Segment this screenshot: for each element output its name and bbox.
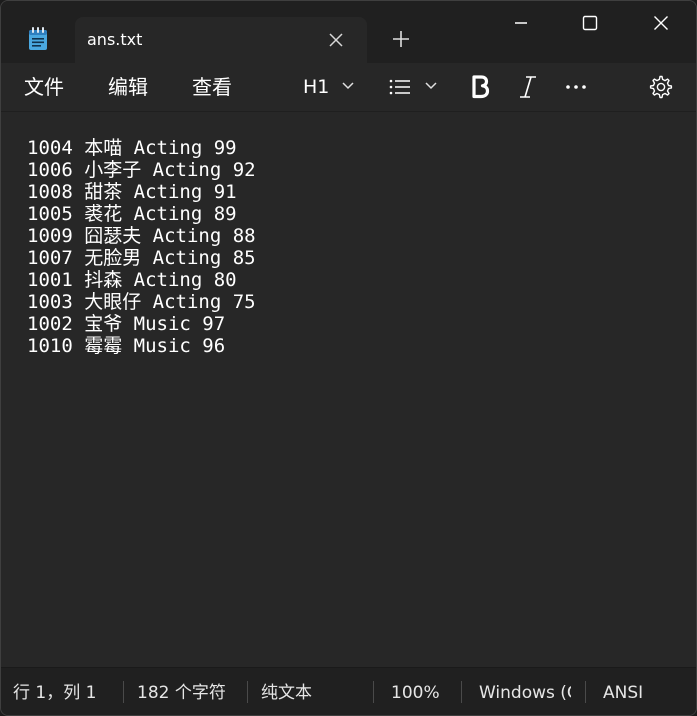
close-icon[interactable] (327, 31, 345, 49)
notepad-window: ans.txt 文件 编辑 查看 H1 1004 本喵 Acting 99 10… (0, 0, 697, 716)
menu-view[interactable]: 查看 (192, 75, 232, 99)
text-line: 1002 宝爷 Music 97 (27, 313, 226, 335)
close-icon (654, 16, 668, 30)
text-line: 1005 裘花 Acting 89 (27, 203, 237, 225)
settings-button[interactable] (649, 73, 673, 101)
list-dropdown[interactable] (388, 73, 440, 101)
more-icon (566, 85, 586, 89)
heading-label: H1 (303, 76, 330, 98)
menu-bar: 文件 编辑 查看 H1 (1, 63, 696, 112)
minimize-button[interactable] (498, 7, 544, 39)
notepad-icon (27, 27, 49, 51)
text-line: 1001 抖森 Acting 80 (27, 269, 237, 291)
italic-button[interactable] (517, 73, 539, 101)
status-bar: 行 1，列 1 182 个字符 纯文本 100% Windows (C ANSI (1, 667, 696, 715)
text-line: 1006 小李子 Acting 92 (27, 159, 256, 181)
cursor-position[interactable]: 行 1，列 1 (13, 682, 113, 704)
maximize-button[interactable] (567, 7, 613, 39)
list-icon (389, 79, 410, 95)
close-window-button[interactable] (638, 7, 684, 39)
gear-icon (649, 75, 673, 99)
tab-ans-txt[interactable]: ans.txt (75, 17, 367, 63)
text-line: 1003 大眼仔 Acting 75 (27, 291, 256, 313)
text-line: 1010 霉霉 Music 96 (27, 335, 226, 357)
heading-dropdown[interactable]: H1 (303, 73, 359, 101)
status-divider (247, 681, 248, 703)
chevron-down-icon (425, 82, 437, 90)
text-editor[interactable]: 1004 本喵 Acting 99 1006 小李子 Acting 92 100… (1, 112, 696, 666)
tab-title: ans.txt (87, 30, 143, 49)
more-button[interactable] (564, 73, 588, 101)
italic-icon (520, 76, 536, 98)
menu-file[interactable]: 文件 (24, 75, 64, 99)
text-line: 1004 本喵 Acting 99 (27, 137, 237, 159)
encoding[interactable]: ANSI (603, 682, 663, 704)
title-bar: ans.txt (1, 1, 696, 63)
text-content: 1004 本喵 Acting 99 1006 小李子 Acting 92 100… (27, 137, 256, 357)
status-divider (585, 681, 586, 703)
menu-edit[interactable]: 编辑 (108, 75, 148, 99)
text-format[interactable]: 纯文本 (261, 682, 361, 704)
status-divider (461, 681, 462, 703)
plus-icon[interactable] (391, 29, 411, 49)
chevron-down-icon (342, 82, 354, 90)
bold-button[interactable] (469, 73, 491, 101)
zoom-level[interactable]: 100% (391, 682, 451, 704)
status-divider (373, 681, 374, 703)
text-line: 1009 囧瑟夫 Acting 88 (27, 225, 256, 247)
character-count: 182 个字符 (137, 683, 226, 703)
text-line: 1008 甜茶 Acting 91 (27, 181, 237, 203)
maximize-icon (582, 15, 598, 31)
text-line: 1007 无脸男 Acting 85 (27, 247, 256, 269)
line-ending[interactable]: Windows (C (479, 682, 571, 704)
minimize-icon (515, 22, 527, 24)
bold-icon (472, 75, 490, 99)
status-divider (123, 681, 124, 703)
